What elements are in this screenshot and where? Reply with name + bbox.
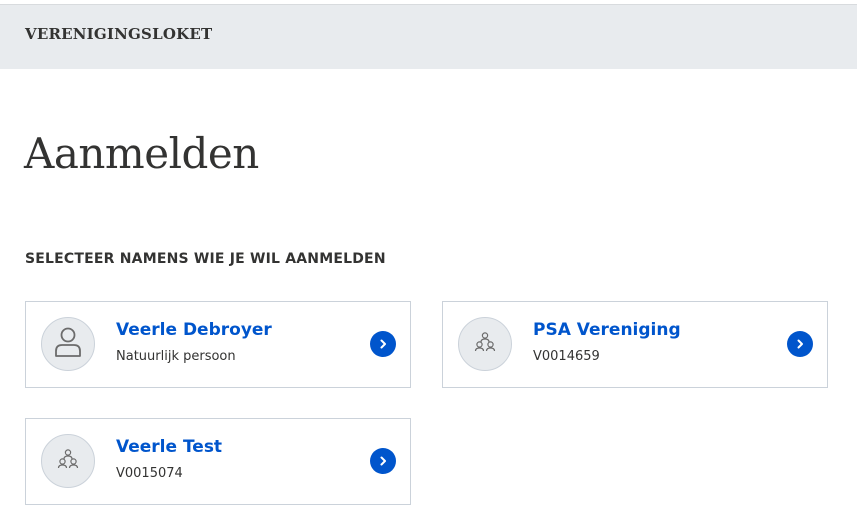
chevron-right-icon[interactable] bbox=[787, 331, 813, 357]
site-title[interactable]: VERENIGINGSLOKET bbox=[25, 25, 212, 43]
account-name[interactable]: Veerle Debroyer bbox=[116, 320, 272, 340]
chevron-right-icon[interactable] bbox=[370, 448, 396, 474]
site-header: VERENIGINGSLOKET bbox=[0, 4, 857, 69]
account-card-veerle-debroyer[interactable]: Veerle Debroyer Natuurlijk persoon bbox=[25, 301, 411, 388]
group-icon bbox=[472, 331, 498, 357]
group-icon bbox=[55, 448, 81, 474]
avatar bbox=[458, 317, 512, 371]
chevron-right-icon[interactable] bbox=[370, 331, 396, 357]
page-title: Aanmelden bbox=[24, 129, 259, 178]
account-subtitle: Natuurlijk persoon bbox=[116, 349, 236, 364]
account-card-psa-vereniging[interactable]: PSA Vereniging V0014659 bbox=[442, 301, 828, 388]
account-card-veerle-test[interactable]: Veerle Test V0015074 bbox=[25, 418, 411, 505]
avatar bbox=[41, 317, 95, 371]
account-name[interactable]: Veerle Test bbox=[116, 437, 222, 457]
account-subtitle: V0014659 bbox=[533, 349, 600, 364]
person-icon bbox=[53, 325, 83, 363]
account-name[interactable]: PSA Vereniging bbox=[533, 320, 681, 340]
section-label: SELECTEER NAMENS WIE JE WIL AANMELDEN bbox=[25, 251, 386, 267]
account-subtitle: V0015074 bbox=[116, 466, 183, 481]
avatar bbox=[41, 434, 95, 488]
